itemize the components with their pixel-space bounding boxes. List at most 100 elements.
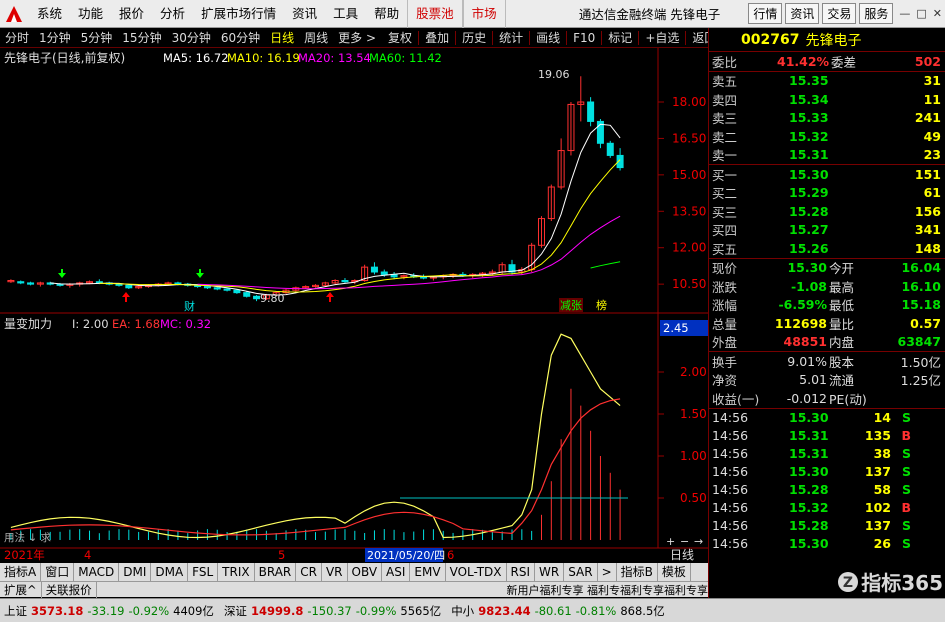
maximize-icon[interactable]: □ xyxy=(913,7,929,20)
menu-item-0[interactable]: 系统 xyxy=(29,0,70,28)
period-tab-4[interactable]: 30分钟 xyxy=(167,28,216,48)
indicator-tab-14[interactable]: WR xyxy=(535,563,565,581)
sellbox-price: 15.31 xyxy=(789,147,829,163)
sellbox-row-3: 卖二 15.32 49 xyxy=(709,127,945,146)
candle-body xyxy=(17,281,25,284)
ind-tick-label: 0.50 xyxy=(680,491,707,505)
sellbox-qty: 11 xyxy=(923,91,941,107)
low-label: 9.80 xyxy=(260,292,285,305)
sellbox-row-0: 卖五 15.35 31 xyxy=(709,72,945,91)
tick-side: B xyxy=(901,500,911,515)
stat-label: 现价 xyxy=(712,261,738,277)
top-button-3[interactable]: 服务 xyxy=(859,3,894,24)
buybox-qty: 61 xyxy=(923,185,941,201)
indicator-tab-15[interactable]: SAR xyxy=(564,563,598,581)
sellbox-row-4: 卖一 15.31 23 xyxy=(709,146,945,165)
candle-body xyxy=(223,288,231,291)
top-button-0[interactable]: 行情 xyxy=(748,3,783,24)
window-title: 通达信金融终端 先锋电子 xyxy=(578,7,721,22)
tool-button-1[interactable]: 叠加 xyxy=(420,28,454,48)
tick-time: 14:56 xyxy=(712,482,749,497)
stat2-value: 1.25亿 xyxy=(900,373,941,389)
period-tab-7[interactable]: 周线 xyxy=(299,28,333,48)
buybox-label: 买五 xyxy=(712,241,738,257)
tool-button-7[interactable]: +自选 xyxy=(640,28,684,48)
tool-button-5[interactable]: F10 xyxy=(568,28,600,48)
ind-top-label: 2.45 xyxy=(663,321,689,335)
period-tab-8[interactable]: 更多 > xyxy=(333,28,381,48)
minimize-icon[interactable]: — xyxy=(896,7,913,20)
chart-area[interactable]: 先锋电子(日线,前复权) MA5: 16.72 MA10: 16.19 MA20: 1… xyxy=(0,48,708,576)
indicator-tab-2[interactable]: DMI xyxy=(119,563,152,581)
buybox-row-1: 买二 15.29 61 xyxy=(709,184,945,203)
stat-value: -6.59% xyxy=(778,297,827,313)
indicator-tab-13[interactable]: RSI xyxy=(507,563,536,581)
price-tick-label: 13.50 xyxy=(672,204,706,218)
top-button-2[interactable]: 交易 xyxy=(822,3,857,24)
indicator-tab-18[interactable]: 模板 xyxy=(658,563,691,581)
stat-value: 15.18 xyxy=(901,297,941,313)
indicator-tab-11[interactable]: EMV xyxy=(410,563,446,581)
candle-body xyxy=(203,286,211,289)
indicator-tab-9[interactable]: OBV xyxy=(348,563,383,581)
indicator-tab-6[interactable]: BRAR xyxy=(255,563,297,581)
buybox-price: 15.29 xyxy=(789,185,829,201)
menu-item-6[interactable]: 工具 xyxy=(325,0,366,28)
tick-time: 14:56 xyxy=(712,518,749,533)
menu-item-7[interactable]: 帮助 xyxy=(366,0,407,28)
period-tab-3[interactable]: 15分钟 xyxy=(117,28,166,48)
top-button-1[interactable]: 资讯 xyxy=(785,3,820,24)
menu-item-4[interactable]: 扩展市场行情 xyxy=(193,0,284,28)
menu-item-5[interactable]: 资讯 xyxy=(284,0,325,28)
tick-price: 15.31 xyxy=(789,428,829,443)
close-icon[interactable]: ✕ xyxy=(930,7,945,20)
period-tab-1[interactable]: 1分钟 xyxy=(34,28,76,48)
buybox-label: 买四 xyxy=(712,223,738,239)
app-logo-icon xyxy=(3,3,25,25)
tick-row-1: 14:56 15.31 135 B xyxy=(709,427,945,445)
indicator-tab-4[interactable]: FSL xyxy=(188,563,219,581)
toolbar-divider xyxy=(685,30,687,45)
menu-red-item-0[interactable]: 股票池 xyxy=(407,0,463,28)
indicator-tab-17[interactable]: 指标B xyxy=(617,563,658,581)
kline-chart[interactable]: 先锋电子(日线,前复权) MA5: 16.72MA10: 16.19MA20: 1… xyxy=(0,48,708,563)
ext-tab-1[interactable]: 关联报价 xyxy=(42,581,97,598)
indicator-tab-12[interactable]: VOL-TDX xyxy=(446,563,507,581)
menu-item-3[interactable]: 分析 xyxy=(152,0,193,28)
tick-qty: 38 xyxy=(873,446,891,461)
indicator-tab-10[interactable]: ASI xyxy=(382,563,411,581)
buybox-qty: 156 xyxy=(914,203,941,219)
tick-time: 14:56 xyxy=(712,410,749,425)
menu-item-1[interactable]: 功能 xyxy=(70,0,111,28)
indicator-tab-7[interactable]: CR xyxy=(296,563,322,581)
indicator-tab-0[interactable]: 指标A xyxy=(0,563,42,581)
tick-price: 15.30 xyxy=(789,536,829,551)
indicator-tab-1[interactable]: MACD xyxy=(74,563,120,581)
indicator-tab-16[interactable]: > xyxy=(598,563,617,581)
ma5-label: MA5: 16.72 xyxy=(163,51,229,65)
sellbox-price: 15.34 xyxy=(789,91,829,107)
window-tab[interactable]: 窗口 xyxy=(41,563,75,581)
sellbox-label: 卖二 xyxy=(712,129,738,145)
indicator-tab-8[interactable]: VR xyxy=(322,563,348,581)
period-tab-2[interactable]: 5分钟 xyxy=(76,28,118,48)
candle-body xyxy=(420,276,428,279)
period-tab-0[interactable]: 分时 xyxy=(0,28,34,48)
tool-button-2[interactable]: 历史 xyxy=(457,28,491,48)
menu-red-item-1[interactable]: 市场 xyxy=(462,0,506,28)
stat-label: 今开 xyxy=(829,261,855,277)
sellbox-qty: 31 xyxy=(923,73,941,89)
indicator-tab-5[interactable]: TRIX xyxy=(218,563,255,581)
tool-button-3[interactable]: 统计 xyxy=(494,28,528,48)
period-tab-5[interactable]: 60分钟 xyxy=(216,28,265,48)
zx-value: 9823.44 xyxy=(478,603,531,618)
indicator-tab-3[interactable]: DMA xyxy=(151,563,189,581)
period-tab-6[interactable]: 日线 xyxy=(265,28,299,48)
tool-button-6[interactable]: 标记 xyxy=(603,28,637,48)
ext-tab-0[interactable]: 扩展^ xyxy=(0,581,42,598)
tool-button-0[interactable]: 复权 xyxy=(383,28,417,48)
menu-item-2[interactable]: 报价 xyxy=(111,0,152,28)
weicha-label: 委差 xyxy=(831,54,857,70)
ticker-message: 新用户福利专享 福利专福利专享福利专享 xyxy=(506,583,709,597)
tool-button-4[interactable]: 画线 xyxy=(531,28,565,48)
